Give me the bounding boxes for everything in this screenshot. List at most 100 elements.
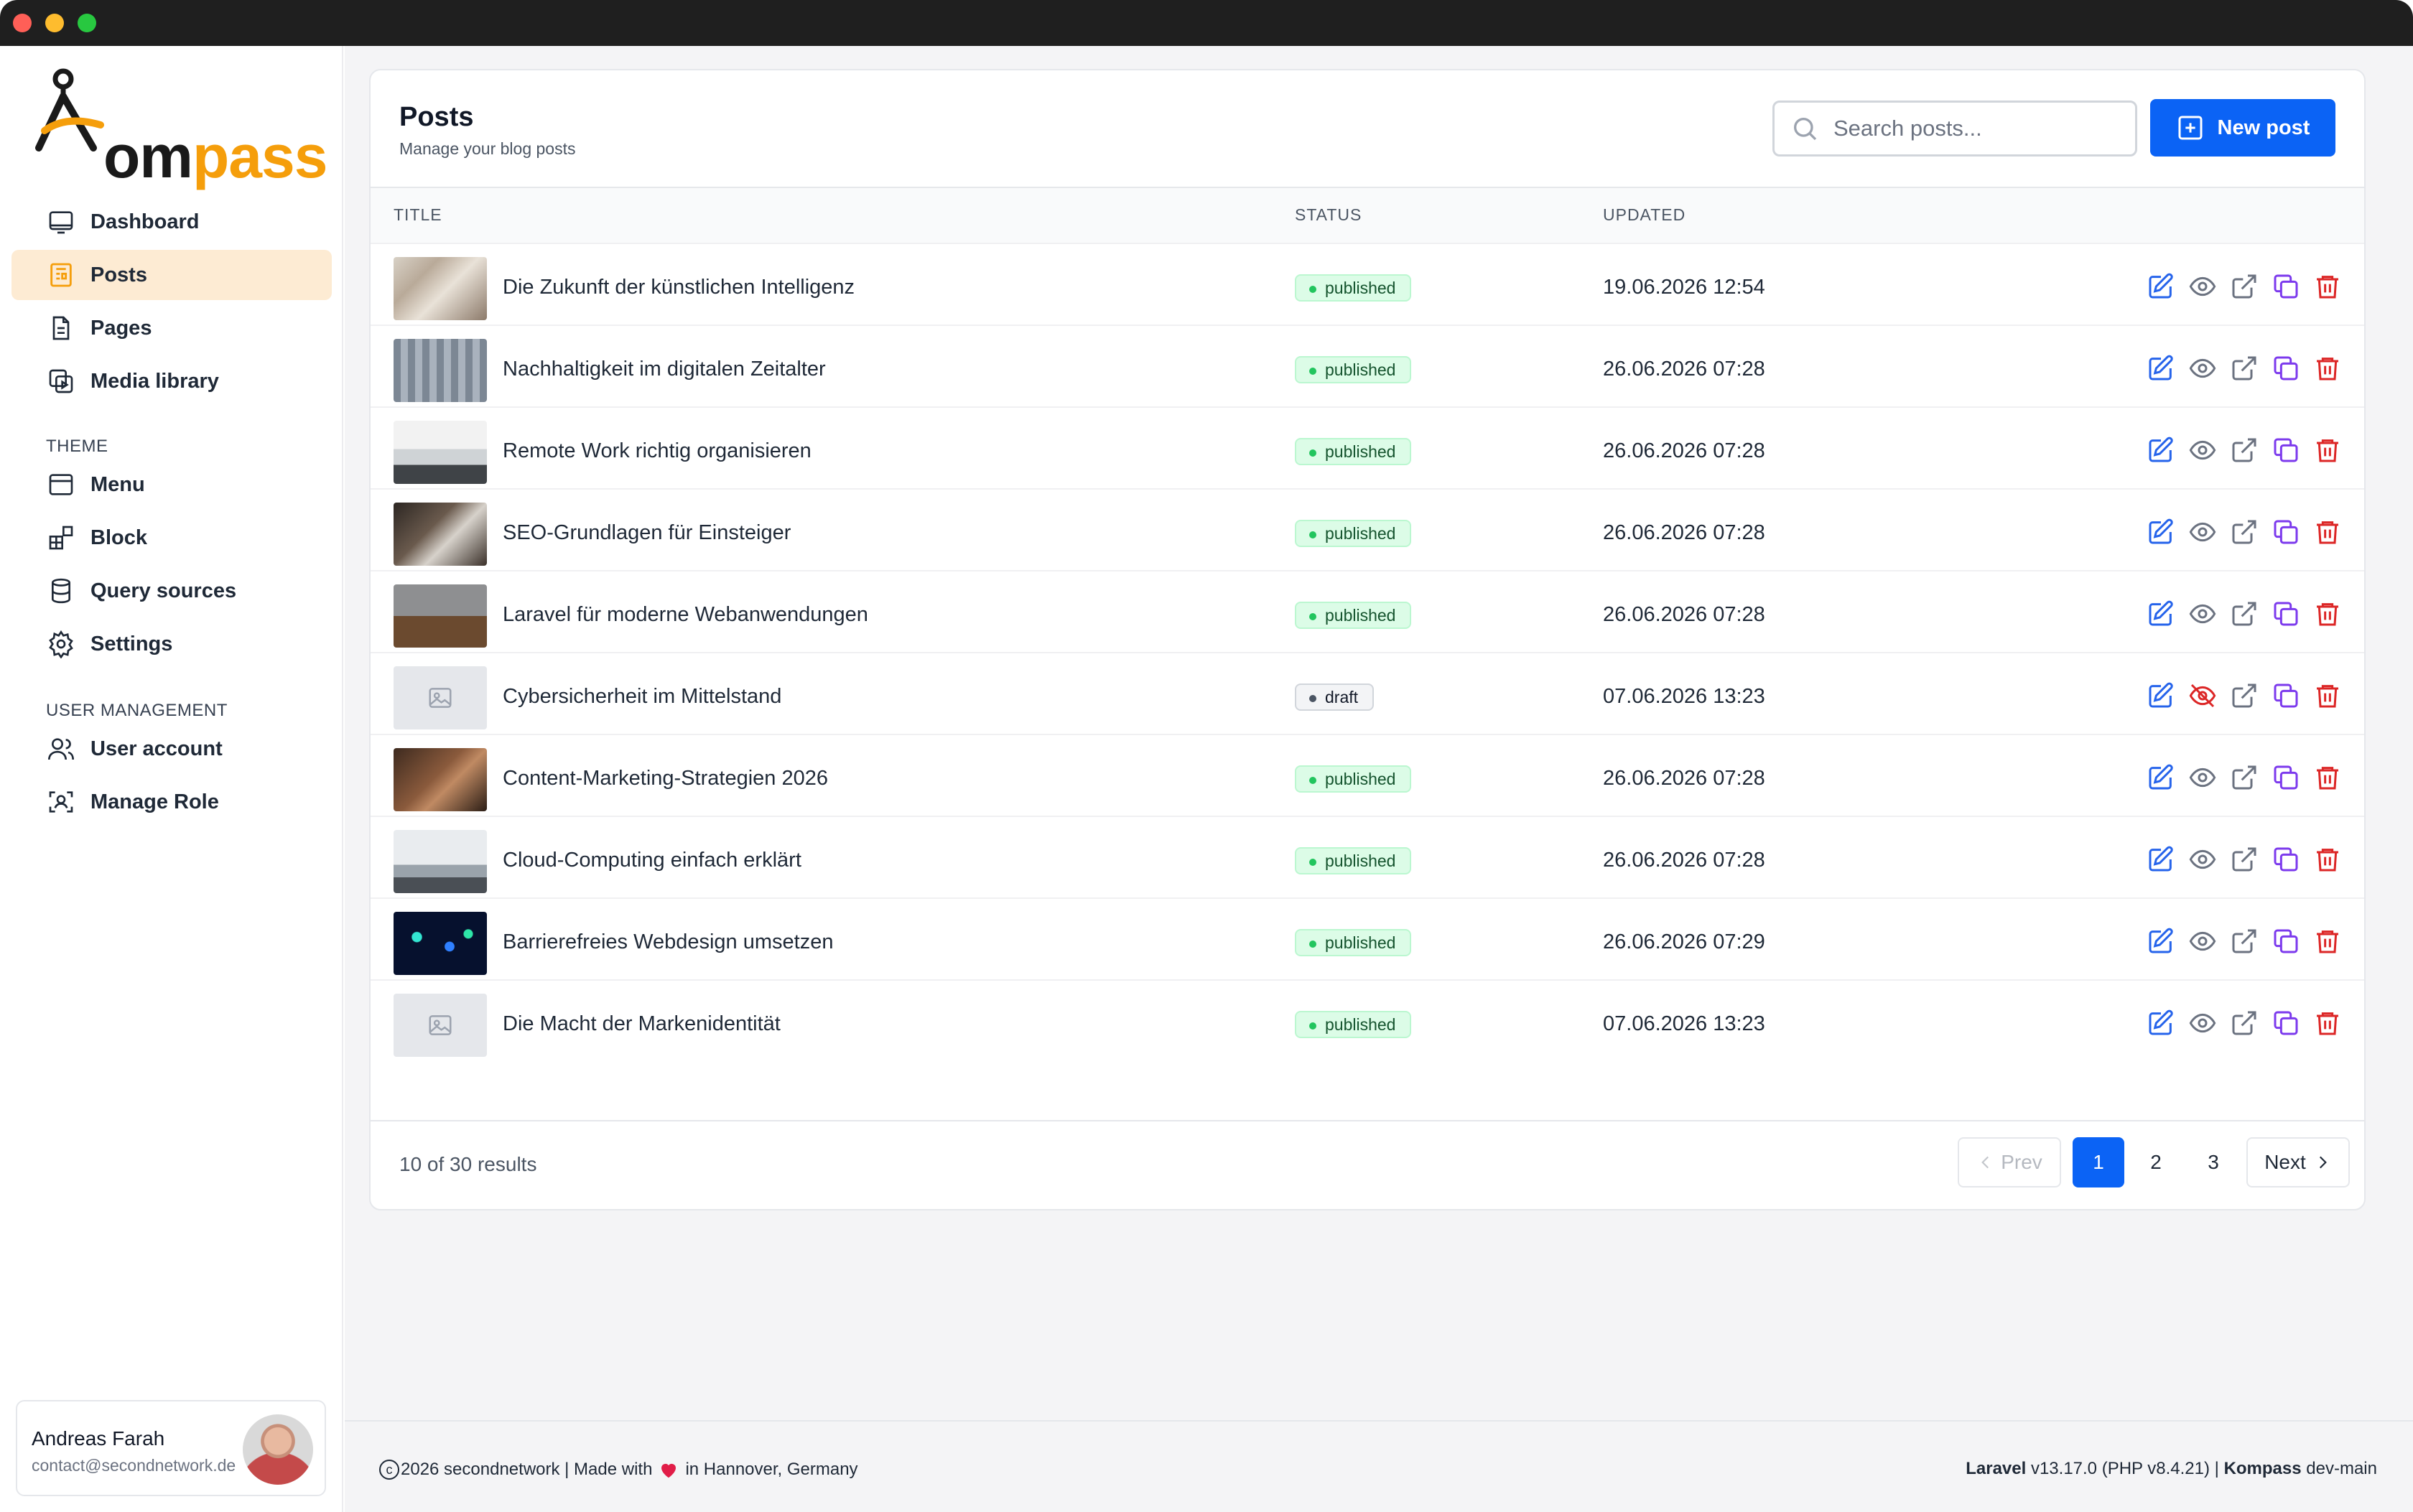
- close-window-button[interactable]: [13, 14, 32, 32]
- column-header-title[interactable]: TITLE: [394, 205, 442, 225]
- trash-icon[interactable]: [2312, 599, 2343, 629]
- eye-icon[interactable]: [2187, 517, 2218, 547]
- duplicate-icon[interactable]: [2271, 271, 2301, 302]
- trash-icon[interactable]: [2312, 762, 2343, 793]
- trash-icon[interactable]: [2312, 1008, 2343, 1038]
- monitor-icon: [46, 207, 76, 237]
- edit-icon[interactable]: [2146, 271, 2176, 302]
- table-row[interactable]: Laravel für moderne Webanwendungen publis…: [371, 570, 2364, 658]
- eye-icon[interactable]: [2187, 599, 2218, 629]
- sidebar-item-query-sources[interactable]: Query sources: [11, 566, 332, 616]
- external-link-icon[interactable]: [2229, 517, 2259, 547]
- trash-icon[interactable]: [2312, 271, 2343, 302]
- table-row[interactable]: Cloud-Computing einfach erklärt published…: [371, 816, 2364, 903]
- edit-icon[interactable]: [2146, 681, 2176, 711]
- trash-icon[interactable]: [2312, 844, 2343, 874]
- sidebar-item-manage-role[interactable]: Manage Role: [11, 777, 332, 827]
- eye-icon[interactable]: [2187, 926, 2218, 956]
- edit-icon[interactable]: [2146, 599, 2176, 629]
- maximize-window-button[interactable]: [78, 14, 96, 32]
- duplicate-icon[interactable]: [2271, 599, 2301, 629]
- edit-icon[interactable]: [2146, 1008, 2176, 1038]
- external-link-icon[interactable]: [2229, 844, 2259, 874]
- post-title[interactable]: Remote Work richtig organisieren: [503, 439, 812, 463]
- search-input[interactable]: [1833, 116, 2121, 141]
- edit-icon[interactable]: [2146, 926, 2176, 956]
- sidebar-item-dashboard[interactable]: Dashboard: [11, 197, 332, 247]
- external-link-icon[interactable]: [2229, 681, 2259, 711]
- sidebar-item-pages[interactable]: Pages: [11, 303, 332, 353]
- trash-icon[interactable]: [2312, 681, 2343, 711]
- external-link-icon[interactable]: [2229, 353, 2259, 383]
- table-row[interactable]: Nachhaltigkeit im digitalen Zeitalter pub…: [371, 325, 2364, 412]
- trash-icon[interactable]: [2312, 517, 2343, 547]
- edit-icon[interactable]: [2146, 517, 2176, 547]
- sidebar-item-posts[interactable]: Posts: [11, 250, 332, 300]
- sidebar-item-settings[interactable]: Settings: [11, 619, 332, 669]
- external-link-icon[interactable]: [2229, 271, 2259, 302]
- eye-icon[interactable]: [2187, 762, 2218, 793]
- next-page-button[interactable]: Next: [2246, 1137, 2350, 1187]
- external-link-icon[interactable]: [2229, 762, 2259, 793]
- trash-icon[interactable]: [2312, 353, 2343, 383]
- post-title[interactable]: Die Zukunft der künstlichen Intelligenz: [503, 276, 855, 299]
- user-profile-card[interactable]: Andreas Farah contact@secondnetwork.de: [16, 1400, 326, 1496]
- table-row[interactable]: Content-Marketing-Strategien 2026 publish…: [371, 734, 2364, 821]
- eye-icon[interactable]: [2187, 435, 2218, 465]
- page-1-button[interactable]: 1: [2073, 1137, 2124, 1187]
- post-title[interactable]: Nachhaltigkeit im digitalen Zeitalter: [503, 358, 826, 381]
- sidebar-item-user-account[interactable]: User account: [11, 724, 332, 774]
- external-link-icon[interactable]: [2229, 1008, 2259, 1038]
- external-link-icon[interactable]: [2229, 599, 2259, 629]
- duplicate-icon[interactable]: [2271, 762, 2301, 793]
- eye-icon[interactable]: [2187, 1008, 2218, 1038]
- page-3-button[interactable]: 3: [2187, 1137, 2239, 1187]
- edit-icon[interactable]: [2146, 762, 2176, 793]
- theme-section-label: THEME: [46, 437, 108, 456]
- table-row[interactable]: Remote Work richtig organisieren publishe…: [371, 406, 2364, 494]
- duplicate-icon[interactable]: [2271, 926, 2301, 956]
- duplicate-icon[interactable]: [2271, 844, 2301, 874]
- new-post-button[interactable]: New post: [2150, 99, 2335, 157]
- external-link-icon[interactable]: [2229, 926, 2259, 956]
- edit-icon[interactable]: [2146, 435, 2176, 465]
- table-row[interactable]: Die Zukunft der künstlichen Intelligenz p…: [371, 243, 2364, 330]
- trash-icon[interactable]: [2312, 435, 2343, 465]
- table-row[interactable]: Cybersicherheit im Mittelstand draft 07.06…: [371, 652, 2364, 739]
- duplicate-icon[interactable]: [2271, 681, 2301, 711]
- column-header-status[interactable]: STATUS: [1295, 205, 1362, 225]
- table-row[interactable]: SEO-Grundlagen für Einsteiger published 26…: [371, 488, 2364, 576]
- column-header-updated[interactable]: UPDATED: [1603, 205, 1686, 225]
- post-title[interactable]: Barrierefreies Webdesign umsetzen: [503, 930, 833, 954]
- page-2-button[interactable]: 2: [2130, 1137, 2182, 1187]
- external-link-icon[interactable]: [2229, 435, 2259, 465]
- post-title[interactable]: Laravel für moderne Webanwendungen: [503, 603, 868, 627]
- duplicate-icon[interactable]: [2271, 435, 2301, 465]
- post-title[interactable]: Cybersicherheit im Mittelstand: [503, 685, 781, 709]
- minimize-window-button[interactable]: [45, 14, 64, 32]
- edit-icon[interactable]: [2146, 844, 2176, 874]
- post-title[interactable]: Die Macht der Markenidentität: [503, 1012, 781, 1036]
- avatar[interactable]: [243, 1414, 313, 1485]
- post-title[interactable]: Cloud-Computing einfach erklärt: [503, 849, 801, 872]
- post-title[interactable]: Content-Marketing-Strategien 2026: [503, 767, 828, 790]
- duplicate-icon[interactable]: [2271, 517, 2301, 547]
- eye-icon[interactable]: [2187, 844, 2218, 874]
- sidebar-item-menu[interactable]: Menu: [11, 459, 332, 510]
- sidebar-item-media-library[interactable]: Media library: [11, 356, 332, 406]
- prev-page-button[interactable]: Prev: [1958, 1137, 2061, 1187]
- sidebar-item-block[interactable]: Block: [11, 513, 332, 563]
- updated-date: 07.06.2026 13:23: [1603, 685, 1765, 708]
- edit-icon[interactable]: [2146, 353, 2176, 383]
- duplicate-icon[interactable]: [2271, 1008, 2301, 1038]
- post-title[interactable]: SEO-Grundlagen für Einsteiger: [503, 521, 791, 545]
- kompass-logo[interactable]: ompass: [34, 65, 327, 187]
- eye-icon[interactable]: [2187, 271, 2218, 302]
- table-row[interactable]: Die Macht der Markenidentität published 07…: [371, 979, 2364, 1067]
- eye-icon[interactable]: [2187, 353, 2218, 383]
- search-box[interactable]: [1772, 101, 2137, 157]
- eye-off-icon[interactable]: [2187, 681, 2218, 711]
- table-row[interactable]: Barrierefreies Webdesign umsetzen publish…: [371, 897, 2364, 985]
- trash-icon[interactable]: [2312, 926, 2343, 956]
- duplicate-icon[interactable]: [2271, 353, 2301, 383]
